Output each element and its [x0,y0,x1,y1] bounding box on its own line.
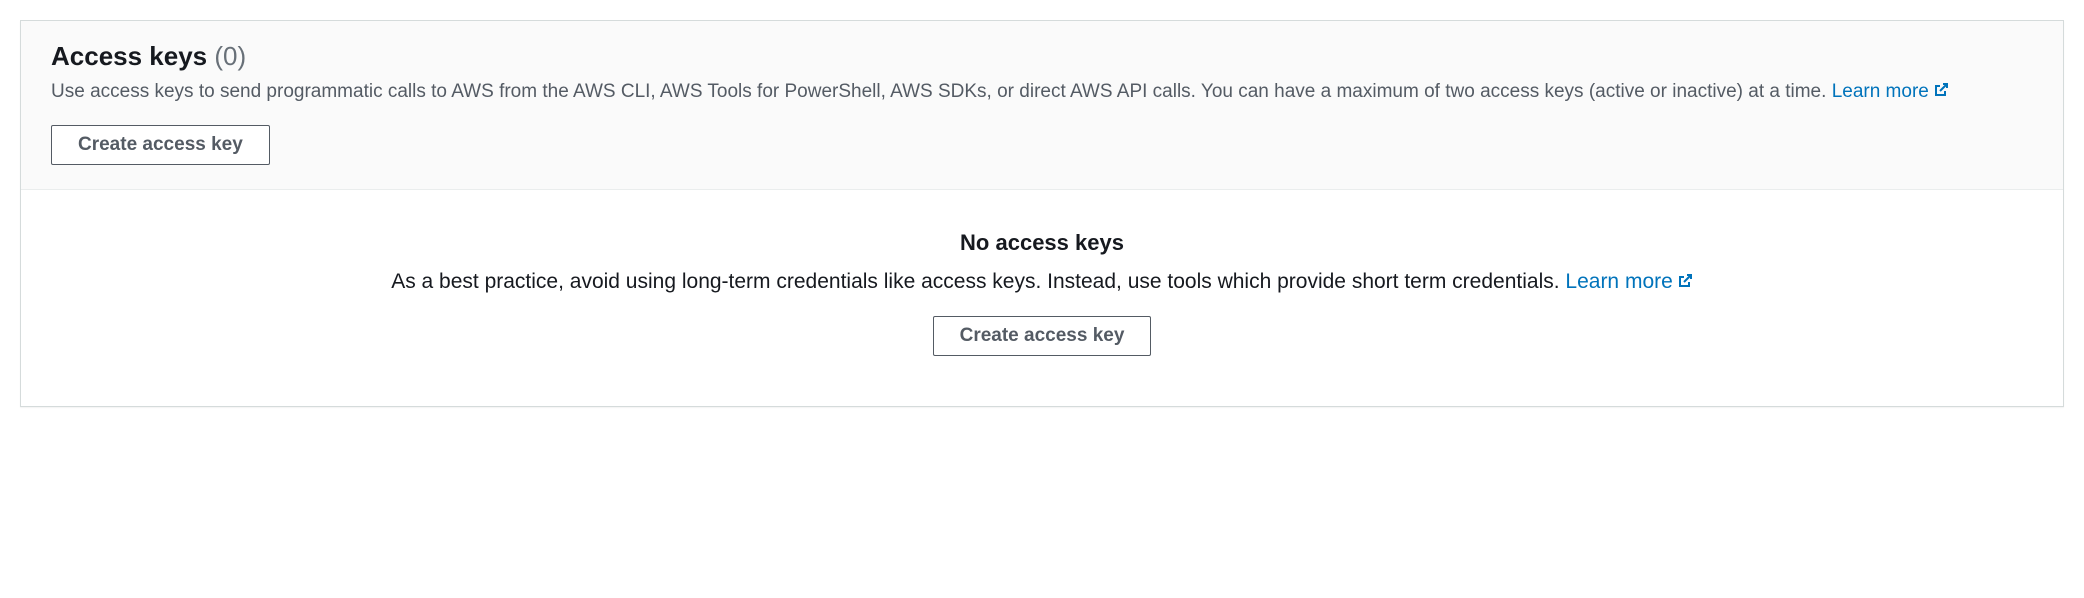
learn-more-link-header[interactable]: Learn more [1832,81,1949,102]
create-access-key-button-header[interactable]: Create access key [51,125,270,165]
create-access-key-button-empty[interactable]: Create access key [933,316,1152,356]
panel-header: Access keys (0) Use access keys to send … [21,21,2063,190]
empty-state-title: No access keys [51,230,2033,256]
access-keys-panel: Access keys (0) Use access keys to send … [20,20,2064,407]
empty-description-text: As a best practice, avoid using long-ter… [391,270,1565,293]
learn-more-link-empty-text: Learn more [1565,270,1672,293]
empty-state-description: As a best practice, avoid using long-ter… [51,270,2033,294]
panel-title: Access keys (0) [51,41,2033,72]
panel-description-text: Use access keys to send programmatic cal… [51,81,1832,102]
panel-title-count: (0) [214,41,246,71]
learn-more-link-text: Learn more [1832,81,1929,102]
panel-description: Use access keys to send programmatic cal… [51,78,2033,107]
external-link-icon [1677,271,1693,287]
external-link-icon [1933,79,1949,95]
panel-title-text: Access keys [51,41,207,71]
learn-more-link-empty[interactable]: Learn more [1565,270,1692,293]
panel-body-empty: No access keys As a best practice, avoid… [21,190,2063,406]
